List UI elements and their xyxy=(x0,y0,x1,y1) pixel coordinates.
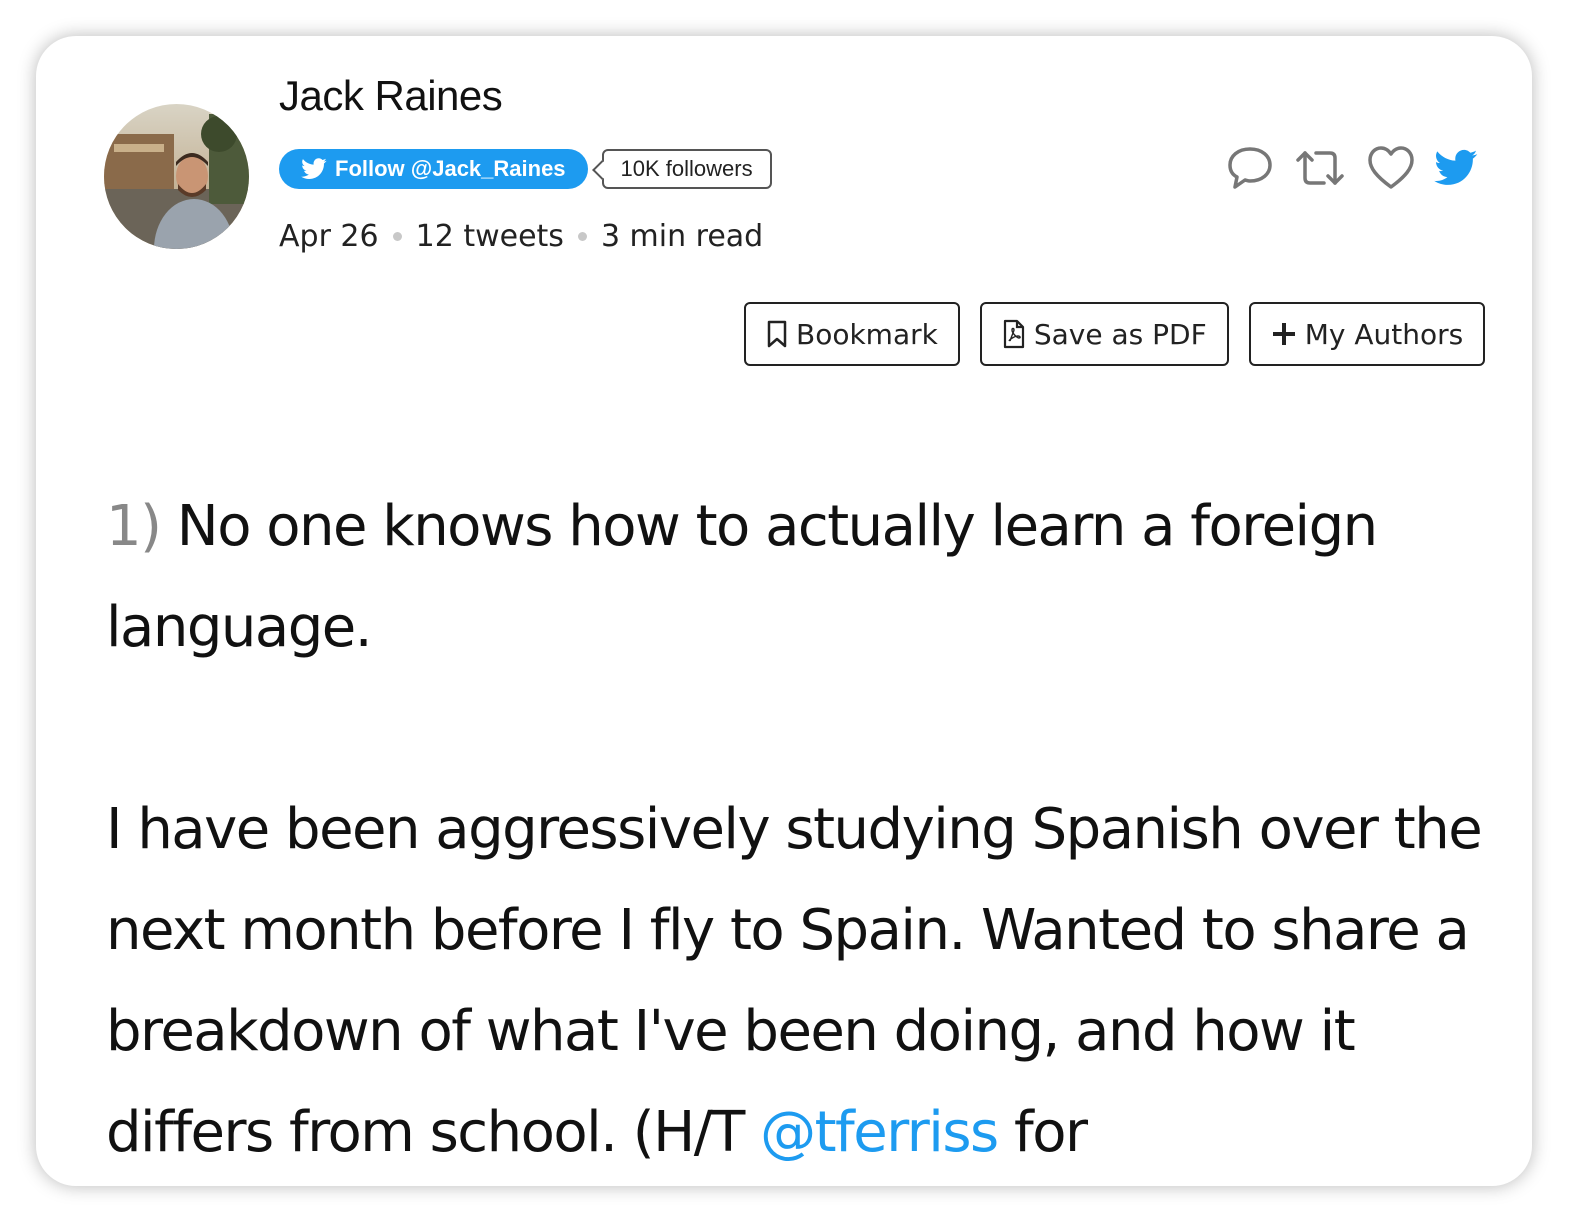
author-avatar[interactable] xyxy=(104,104,249,249)
twitter-bird-icon xyxy=(301,158,327,179)
author-name[interactable]: Jack Raines xyxy=(279,72,503,120)
tweet-actions xyxy=(1226,144,1478,192)
bookmark-icon xyxy=(767,320,787,348)
tweet-line-2-end: for xyxy=(997,1100,1088,1165)
save-pdf-button[interactable]: Save as PDF xyxy=(979,302,1229,366)
plus-icon xyxy=(1272,323,1295,345)
my-authors-button[interactable]: My Authors xyxy=(1248,302,1486,366)
pdf-file-icon xyxy=(1003,319,1024,349)
bookmark-label: Bookmark xyxy=(796,317,938,351)
follow-row: Follow @Jack_Raines 10K followers xyxy=(279,149,772,189)
tweet-first-paragraph: 1) No one knows how to actually learn a … xyxy=(106,476,1506,678)
thread-toolbar: Bookmark Save as PDF My Authors xyxy=(744,302,1486,366)
tweet-second-paragraph: I have been aggressively studying Spanis… xyxy=(106,779,1506,1183)
separator-dot xyxy=(392,232,402,241)
read-time: 3 min read xyxy=(600,219,764,254)
tweet-number: 1) xyxy=(106,494,162,559)
tweet-body: 1) No one knows how to actually learn a … xyxy=(106,476,1506,1183)
twitter-bird-icon[interactable] xyxy=(1434,149,1478,187)
separator-dot xyxy=(577,232,587,241)
tweet-line-1: No one knows how to actually learn a for… xyxy=(106,494,1378,660)
speech-bubble-icon[interactable] xyxy=(1226,144,1274,192)
my-authors-label: My Authors xyxy=(1304,317,1464,351)
avatar-photo xyxy=(104,104,249,249)
followers-count: 10K followers xyxy=(601,149,772,189)
heart-icon[interactable] xyxy=(1366,144,1416,192)
thread-date: Apr 26 xyxy=(279,219,379,254)
follow-label: Follow @Jack_Raines xyxy=(335,156,566,181)
retweet-icon[interactable] xyxy=(1292,144,1348,192)
save-pdf-label: Save as PDF xyxy=(1033,317,1207,351)
bookmark-button[interactable]: Bookmark xyxy=(744,302,960,366)
thread-meta: Apr 26 12 tweets 3 min read xyxy=(279,219,763,254)
mention-link[interactable]: @tferriss xyxy=(760,1100,999,1165)
tweet-count: 12 tweets xyxy=(415,219,564,254)
follow-button[interactable]: Follow @Jack_Raines xyxy=(279,149,588,189)
thread-card: Jack Raines Follow @Jack_Raines 10K foll… xyxy=(36,36,1532,1186)
